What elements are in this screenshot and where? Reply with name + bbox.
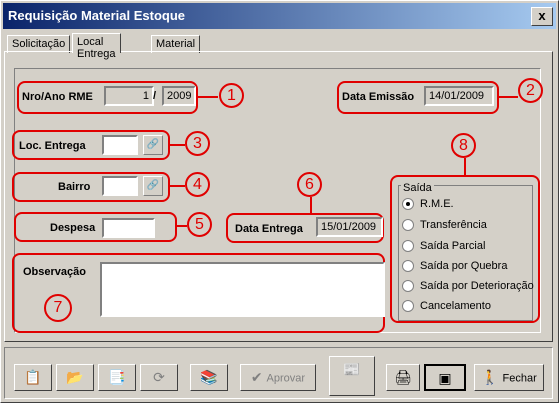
folder-icon: 📂: [66, 369, 84, 385]
radio-saida-deterioracao-label: Saída por Deterioração: [420, 280, 534, 292]
check-icon: ✔: [250, 369, 263, 385]
copy-icon: 📑: [108, 369, 126, 385]
radio-saida-parcial[interactable]: Saída Parcial: [402, 240, 485, 254]
tab-local-entrega[interactable]: Local Entrega: [72, 33, 121, 60]
callout-marker-3: 3: [185, 131, 210, 156]
despesa-label: Despesa: [50, 222, 96, 234]
callout-marker-6: 6: [297, 172, 322, 197]
bairro-field[interactable]: [102, 176, 138, 196]
data-emissao-field[interactable]: 14/01/2009: [424, 86, 494, 106]
loc-entrega-field[interactable]: [102, 135, 138, 155]
data-entrega-label: Data Entrega: [235, 223, 303, 235]
callout-line-8: [464, 158, 466, 175]
callout-marker-4: 4: [185, 172, 210, 197]
callout-marker-5: 5: [187, 212, 212, 237]
radio-transferencia-label: Transferência: [420, 219, 487, 231]
radio-rme-indicator[interactable]: [402, 198, 414, 211]
radio-transferencia-indicator[interactable]: [402, 219, 414, 232]
radio-saida-parcial-label: Saída Parcial: [420, 240, 486, 252]
fechar-label: Fechar: [502, 372, 537, 385]
bairro-label: Bairro: [58, 181, 91, 193]
callout-line-3: [170, 144, 185, 146]
nro-field[interactable]: 1: [104, 86, 154, 106]
loc-entrega-lookup-icon[interactable]: 🔗: [143, 135, 163, 155]
nro-ano-label: Nro/Ano RME: [22, 91, 93, 103]
pages-button[interactable]: 📚: [190, 364, 228, 391]
separator-slash: /: [153, 90, 157, 102]
callout-line-2: [498, 96, 518, 98]
exit-icon: 🚶: [481, 369, 499, 385]
callout-marker-7: 7: [44, 294, 72, 322]
loc-entrega-label: Loc. Entrega: [19, 140, 86, 152]
data-emissao-label: Data Emissão: [342, 91, 415, 103]
callout-marker-8: 8: [451, 133, 476, 158]
saida-title: Saída: [401, 182, 434, 194]
observacao-textarea[interactable]: [100, 262, 385, 317]
radio-rme[interactable]: R.M.E.: [402, 198, 454, 212]
radio-transferencia[interactable]: Transferência: [402, 219, 487, 233]
callout-line-4: [170, 185, 185, 187]
bairro-lookup-icon[interactable]: 🔗: [143, 176, 163, 196]
close-button[interactable]: x: [531, 7, 553, 26]
radio-saida-quebra[interactable]: Saída por Quebra: [402, 260, 507, 274]
radio-cancelamento[interactable]: Cancelamento: [402, 300, 491, 314]
print-button[interactable]: 🖨: [386, 364, 420, 391]
callout-line-5: [177, 225, 187, 227]
pages-icon: 📚: [200, 369, 218, 385]
radio-saida-deterioracao[interactable]: Saída por Deterioração: [402, 280, 534, 294]
radio-cancelamento-label: Cancelamento: [420, 300, 491, 312]
radio-rme-label: R.M.E.: [420, 198, 454, 210]
refresh-button[interactable]: ⟳: [140, 364, 178, 391]
callout-line-1: [198, 96, 218, 98]
despesa-field[interactable]: [102, 218, 155, 238]
ano-field[interactable]: 2009: [162, 86, 196, 106]
observacao-label: Observação: [23, 266, 86, 278]
radio-cancelamento-indicator[interactable]: [402, 300, 414, 313]
callout-line-6: [310, 197, 312, 213]
callout-marker-1: 1: [219, 83, 244, 108]
select-button[interactable]: ▣: [424, 364, 466, 391]
refresh-icon: ⟳: [153, 369, 165, 385]
radio-saida-quebra-indicator[interactable]: [402, 260, 414, 273]
new-button[interactable]: 📋: [14, 364, 52, 391]
report-button[interactable]: 📰: [329, 356, 375, 396]
window-title: Requisição Material Estoque: [8, 8, 185, 23]
title-bar: Requisição Material Estoque x: [3, 3, 556, 29]
data-entrega-field[interactable]: 15/01/2009: [316, 217, 383, 237]
copy-button[interactable]: 📑: [98, 364, 136, 391]
printer-icon: 🖨: [394, 369, 412, 385]
radio-saida-quebra-label: Saída por Quebra: [420, 260, 508, 272]
open-button[interactable]: 📂: [56, 364, 94, 391]
radio-saida-deterioracao-indicator[interactable]: [402, 280, 414, 293]
aprovar-label: Aprovar: [266, 372, 306, 385]
clipboard-icon: 📋: [24, 369, 42, 385]
callout-marker-2: 2: [518, 78, 543, 103]
report-icon: 📰: [343, 361, 361, 377]
fechar-button[interactable]: 🚶 Fechar: [474, 364, 544, 391]
select-icon: ▣: [438, 370, 452, 386]
radio-saida-parcial-indicator[interactable]: [402, 240, 414, 253]
aprovar-button[interactable]: ✔ Aprovar: [240, 364, 316, 391]
